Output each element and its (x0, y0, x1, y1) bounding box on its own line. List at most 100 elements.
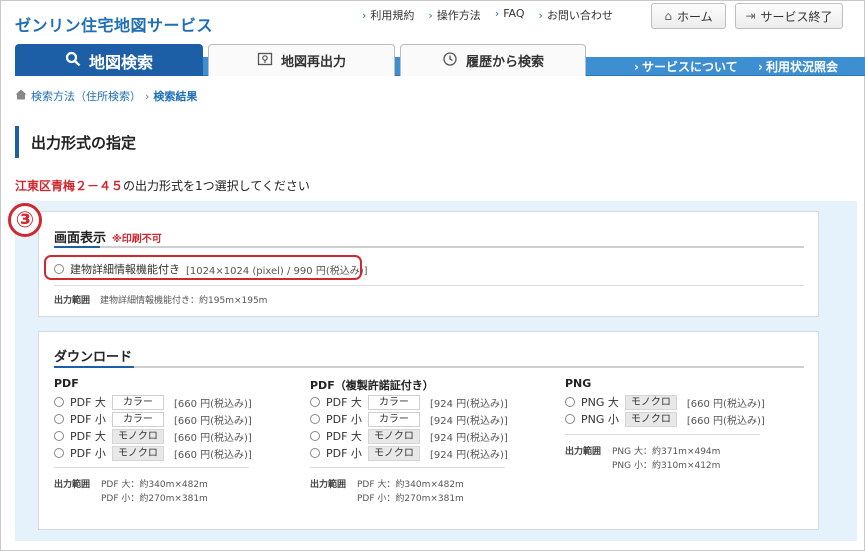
option-pdfc-large-mono[interactable]: PDF 大 モノクロ [924 円(税込み)] (310, 428, 508, 444)
option-price: [660 円(税込み)] (173, 415, 252, 427)
mono-badge: モノクロ (367, 445, 420, 461)
color-badge: カラー (367, 394, 420, 410)
service-logo[interactable]: ゼンリン住宅地図サービス (15, 12, 213, 36)
breadcrumb-search-method[interactable]: 検索方法（住所検索） (31, 88, 141, 104)
option-pdf-large-color[interactable]: PDF 大 カラー [660 円(税込み)] (54, 394, 252, 410)
radio-pdf-small-color[interactable] (54, 414, 64, 424)
pdf-heading: PDF (54, 377, 79, 390)
color-badge: カラー (111, 394, 164, 410)
instruction-body: の出力形式を1つ選択してください (123, 179, 310, 193)
top-links: › 利用規約 › 操作方法 › FAQ › お問い合わせ (362, 7, 613, 23)
radio-pdfc-large-mono[interactable] (310, 431, 320, 441)
option-pdf-small-mono[interactable]: PDF 小 モノクロ [660 円(税込み)] (54, 445, 252, 461)
option-price: [924 円(税込み)] (429, 432, 508, 444)
link-usage-status-label: 利用状況照会 (765, 60, 838, 74)
home-button-label: ホーム (676, 9, 713, 24)
link-terms[interactable]: › 利用規約 (362, 7, 414, 23)
radio-pdfc-small-color[interactable] (310, 414, 320, 424)
range-value: 建物詳細情報機能付き：約195m×195m (100, 296, 268, 306)
range-label: 出力範囲 (310, 480, 347, 490)
option-price: [924 円(税込み)] (429, 415, 508, 427)
option-price: [660 円(税込み)] (173, 432, 252, 444)
radio-pdf-large-color[interactable] (54, 397, 64, 407)
home-button[interactable]: ⌂ ホーム (651, 3, 726, 29)
option-label: PDF 大 (326, 430, 362, 443)
map-output-icon (257, 51, 273, 71)
breadcrumb: 検索方法（住所検索） › 検索結果 (15, 88, 197, 104)
pdf-cert-range-line-1: PDF 大：約340m×482m (357, 480, 464, 490)
search-icon (65, 51, 81, 71)
option-pdfc-small-mono[interactable]: PDF 小 モノクロ [924 円(税込み)] (310, 445, 508, 461)
link-usage-status[interactable]: › 利用状況照会 (758, 58, 838, 75)
link-about-service[interactable]: › サービスについて (634, 58, 738, 75)
option-price: [660 円(税込み)] (686, 415, 765, 427)
link-howto[interactable]: › 操作方法 (428, 7, 480, 23)
mono-badge: モノクロ (111, 445, 164, 461)
chevron-right-icon: › (538, 9, 543, 22)
target-address: 江東区青梅２－４５ (15, 179, 124, 193)
radio-png-large-mono[interactable] (565, 397, 575, 407)
pdf-cert-range-line-2: PDF 小：約270m×381m (357, 494, 464, 504)
png-heading: PNG (565, 377, 592, 390)
radio-pdfc-large-color[interactable] (310, 397, 320, 407)
download-divider (54, 366, 804, 368)
option-label: PNG 大 (581, 396, 619, 409)
option-label: PDF 小 (326, 447, 362, 460)
tab-history-search[interactable]: 履歴から検索 (400, 44, 586, 76)
radio-pdfc-small-mono[interactable] (310, 448, 320, 458)
pdf-range-line-2: PDF 小：約270m×381m (101, 494, 208, 504)
mono-badge: モノクロ (624, 394, 677, 410)
link-faq[interactable]: › FAQ (495, 7, 525, 23)
mono-badge: モノクロ (111, 428, 164, 444)
option-label: PDF 小 (70, 413, 106, 426)
link-contact[interactable]: › お問い合わせ (539, 7, 613, 23)
tab-map-search[interactable]: 地図検索 (15, 44, 203, 76)
home-icon: ⌂ (664, 9, 672, 23)
option-pdfc-small-color[interactable]: PDF 小 カラー [924 円(税込み)] (310, 411, 508, 427)
option-pdf-large-mono[interactable]: PDF 大 モノクロ [660 円(税込み)] (54, 428, 252, 444)
chevron-right-icon: › (494, 7, 500, 20)
range-label: 出力範囲 (54, 296, 91, 306)
mono-badge: モノクロ (624, 411, 677, 427)
service-end-label: サービス終了 (760, 9, 833, 24)
option-png-large-mono[interactable]: PNG 大 モノクロ [660 円(税込み)] (565, 394, 765, 410)
instruction-text: 江東区青梅２－４５の出力形式を1つ選択してください (15, 177, 310, 194)
png-range-line-2: PNG 小：約310m×412m (612, 461, 721, 471)
screen-display-divider (54, 246, 804, 248)
tab-map-reoutput[interactable]: 地図再出力 (208, 44, 395, 76)
radio-pdf-large-mono[interactable] (54, 431, 64, 441)
option-pdfc-large-color[interactable]: PDF 大 カラー [924 円(税込み)] (310, 394, 508, 410)
pdf-cert-subdivider (310, 467, 505, 468)
page-title: 出力形式の指定 (15, 126, 136, 158)
home-icon[interactable] (15, 89, 27, 103)
chevron-right-icon: › (634, 60, 639, 74)
screen-display-title-text: 画面表示 (54, 231, 107, 246)
link-contact-label: お問い合わせ (546, 9, 613, 22)
chevron-right-icon: › (428, 9, 433, 22)
chevron-right-icon: › (758, 60, 763, 74)
option-price: [660 円(税込み)] (173, 398, 252, 410)
screen-display-subdivider (54, 285, 804, 286)
png-range-line-1: PNG 大：約371m×494m (612, 447, 721, 457)
option-label: PDF 大 (70, 396, 106, 409)
radio-png-small-mono[interactable] (565, 414, 575, 424)
service-end-button[interactable]: ⇥ サービス終了 (735, 3, 843, 29)
radio-pdf-small-mono[interactable] (54, 448, 64, 458)
option-pdf-small-color[interactable]: PDF 小 カラー [660 円(税込み)] (54, 411, 252, 427)
link-about-service-label: サービスについて (641, 60, 738, 74)
highlight-box (44, 255, 362, 280)
link-howto-label: 操作方法 (436, 9, 481, 22)
clock-history-icon (442, 51, 458, 71)
color-badge: カラー (367, 411, 420, 427)
range-label: 出力範囲 (54, 480, 91, 490)
print-disabled-note: ※印刷不可 (112, 234, 162, 245)
option-png-small-mono[interactable]: PNG 小 モノクロ [660 円(税込み)] (565, 411, 765, 427)
screen-display-range: 出力範囲 建物詳細情報機能付き：約195m×195m (54, 293, 267, 306)
chevron-right-icon: › (362, 9, 367, 22)
download-title: ダウンロード (54, 350, 133, 365)
tab-map-reoutput-label: 地図再出力 (280, 55, 346, 70)
breadcrumb-search-result[interactable]: 検索結果 (153, 88, 197, 104)
option-price: [924 円(税込み)] (429, 398, 508, 410)
option-label: PDF 小 (326, 413, 362, 426)
png-range-label: 出力範囲 (565, 444, 611, 457)
